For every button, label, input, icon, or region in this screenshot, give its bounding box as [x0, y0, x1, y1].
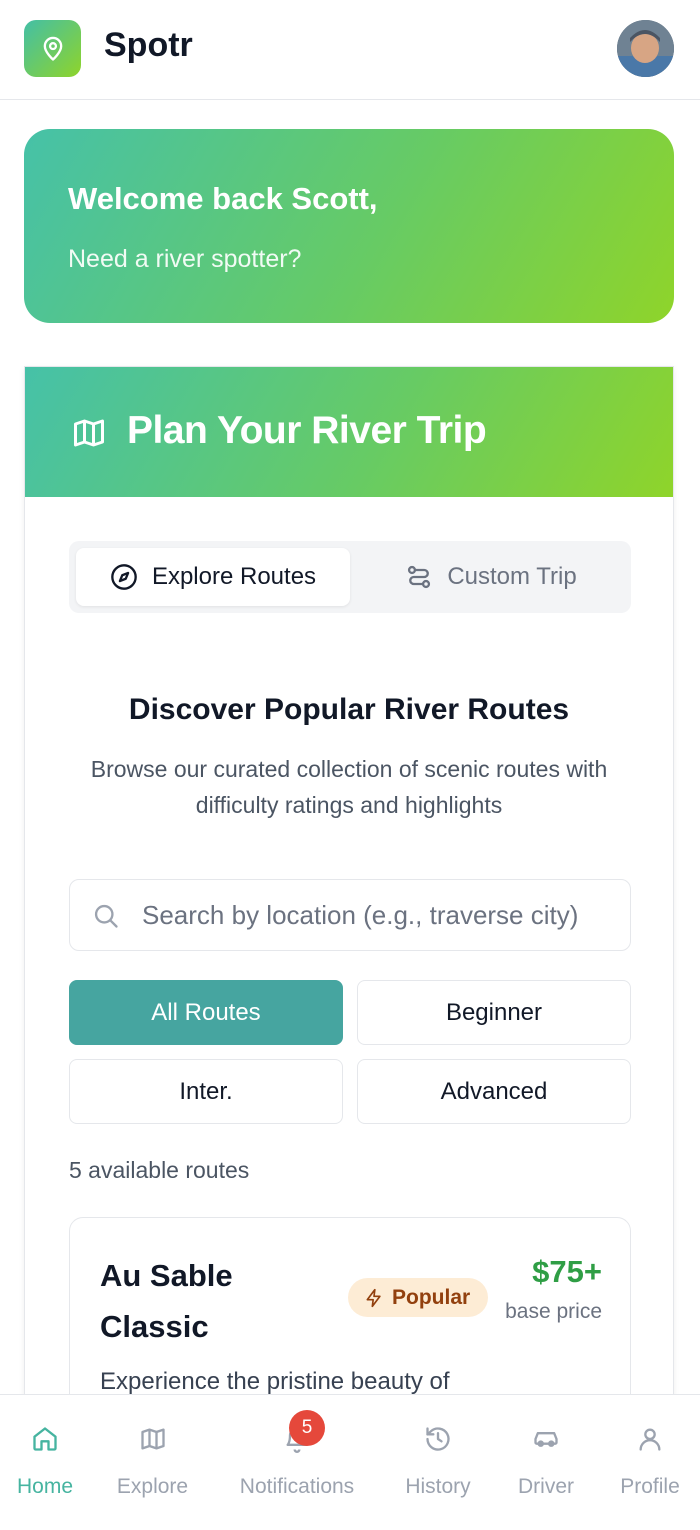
plan-trip-card: Plan Your River Trip Explore Routes Cust… — [24, 366, 674, 1477]
map-pin-icon — [43, 36, 62, 61]
discover-title: Discover Popular River Routes — [128, 693, 570, 726]
map-icon — [140, 1428, 165, 1450]
filter-intermediate[interactable]: Inter. — [69, 1059, 343, 1124]
filter-all-routes[interactable]: All Routes — [69, 980, 343, 1045]
plan-trip-title: Plan Your River Trip — [127, 409, 487, 452]
compass-icon — [111, 564, 137, 590]
welcome-title: Welcome back Scott, — [68, 181, 378, 216]
route-icon — [408, 565, 431, 589]
filter-advanced[interactable]: Advanced — [357, 1059, 631, 1124]
nav-label: Explore — [116, 1475, 189, 1498]
trip-mode-tabs: Explore Routes Custom Trip — [69, 541, 631, 613]
app-header: Spotr — [0, 0, 700, 100]
tab-custom-trip[interactable]: Custom Trip — [357, 548, 625, 606]
nav-home[interactable]: Home — [0, 1395, 90, 1530]
lightning-icon — [366, 1288, 381, 1307]
search-box — [69, 879, 631, 951]
car-icon — [534, 1432, 558, 1447]
nav-label: Notifications — [239, 1475, 355, 1498]
welcome-subtitle: Need a river spotter? — [68, 245, 302, 273]
avatar[interactable] — [617, 20, 674, 77]
nav-profile[interactable]: Profile — [608, 1395, 692, 1530]
search-input[interactable] — [142, 880, 622, 950]
nav-explore[interactable]: Explore — [105, 1395, 200, 1530]
nav-label: History — [405, 1475, 471, 1498]
map-icon — [74, 419, 104, 447]
nav-label: Home — [16, 1475, 74, 1498]
nav-history[interactable]: History — [392, 1395, 484, 1530]
notification-count-badge: 5 — [289, 1410, 325, 1446]
history-icon — [426, 1427, 450, 1451]
home-icon — [33, 1427, 57, 1451]
discover-subtitle: Browse our curated collection of scenic … — [90, 756, 608, 818]
nav-label: Driver — [518, 1475, 574, 1498]
app-logo[interactable] — [24, 20, 81, 77]
tab-explore-routes[interactable]: Explore Routes — [76, 548, 350, 606]
popular-badge: Popular — [348, 1278, 489, 1317]
nav-notifications[interactable]: Notifications 5 — [222, 1395, 372, 1530]
plan-trip-header: Plan Your River Trip — [25, 367, 673, 497]
route-price-label: base price — [505, 1300, 602, 1323]
badge-label: Popular — [392, 1285, 471, 1309]
avatar-image — [617, 20, 674, 77]
nav-driver[interactable]: Driver — [505, 1395, 587, 1530]
tab-label: Explore Routes — [151, 563, 317, 590]
bottom-nav: Home Explore Notifications 5 History Dri… — [0, 1394, 700, 1530]
route-price: $75+ — [532, 1254, 602, 1289]
tab-label: Custom Trip — [447, 563, 577, 590]
search-icon — [94, 904, 118, 928]
filter-beginner[interactable]: Beginner — [357, 980, 631, 1045]
route-description: Experience the pristine beauty of — [100, 1368, 450, 1395]
welcome-banner: Welcome back Scott, Need a river spotter… — [24, 129, 674, 323]
app-title: Spotr — [104, 26, 193, 64]
route-count: 5 available routes — [69, 1157, 250, 1183]
nav-label: Profile — [620, 1475, 680, 1498]
user-icon — [639, 1428, 661, 1451]
route-name: Au Sable Classic — [100, 1258, 233, 1344]
